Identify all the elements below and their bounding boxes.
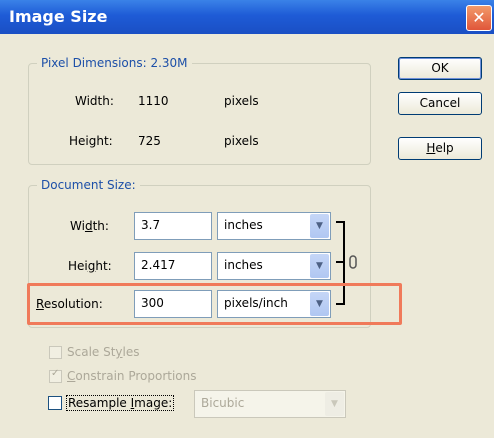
doc-width-label: Width: bbox=[70, 219, 109, 233]
ok-button[interactable]: OK bbox=[398, 57, 482, 80]
resample-method-value: Bicubic bbox=[201, 396, 245, 410]
constrain-proportions-label: Constrain Proportions bbox=[67, 369, 197, 383]
close-button[interactable]: ✕ bbox=[466, 5, 492, 31]
pixel-width-value: 1110 bbox=[138, 94, 169, 108]
chevron-down-icon[interactable]: ▼ bbox=[310, 214, 329, 238]
chevron-down-icon[interactable]: ▼ bbox=[325, 392, 344, 416]
help-button[interactable]: Help bbox=[398, 137, 482, 160]
resample-method-select[interactable]: Bicubic ▼ bbox=[194, 390, 346, 418]
pixel-dimensions-group: Pixel Dimensions: 2.30M bbox=[28, 56, 371, 165]
doc-height-input[interactable]: 2.417 bbox=[134, 252, 212, 280]
pixel-height-value: 725 bbox=[138, 134, 161, 148]
doc-height-unit-value: inches bbox=[224, 258, 263, 272]
scale-styles-checkbox[interactable] bbox=[49, 346, 62, 359]
constrain-proportions-checkbox[interactable]: ✓ bbox=[49, 368, 62, 383]
help-label: elp bbox=[435, 141, 454, 155]
checkmark-icon: ✓ bbox=[51, 368, 60, 379]
close-icon: ✕ bbox=[472, 8, 486, 27]
pixel-height-unit: pixels bbox=[224, 134, 259, 148]
window-title: Image Size bbox=[9, 7, 108, 26]
dialog-body: Pixel Dimensions: 2.30M Width: 1110 pixe… bbox=[0, 34, 494, 438]
chevron-down-icon[interactable]: ▼ bbox=[310, 254, 329, 278]
doc-height-unit-select[interactable]: inches ▼ bbox=[217, 252, 331, 280]
scale-styles-label: Scale Styles bbox=[67, 345, 140, 359]
cancel-button[interactable]: Cancel bbox=[398, 92, 482, 115]
resample-image-checkbox[interactable] bbox=[48, 396, 62, 410]
help-mnemonic: H bbox=[426, 141, 436, 155]
pixel-dimensions-legend: Pixel Dimensions: 2.30M bbox=[41, 56, 188, 70]
doc-width-unit-select[interactable]: inches ▼ bbox=[217, 212, 331, 240]
pixel-width-label: Width: bbox=[75, 94, 114, 108]
title-bar: Image Size ✕ bbox=[0, 0, 494, 34]
document-size-legend: Document Size: bbox=[41, 178, 136, 192]
resolution-highlight bbox=[27, 283, 402, 325]
pixel-width-unit: pixels bbox=[224, 94, 259, 108]
doc-height-label: Height: bbox=[68, 259, 112, 273]
doc-width-unit-value: inches bbox=[224, 218, 263, 232]
pixel-height-label: Height: bbox=[69, 134, 113, 148]
resample-image-label: Resample Image: bbox=[66, 395, 175, 411]
doc-width-input[interactable]: 3.7 bbox=[134, 212, 212, 240]
